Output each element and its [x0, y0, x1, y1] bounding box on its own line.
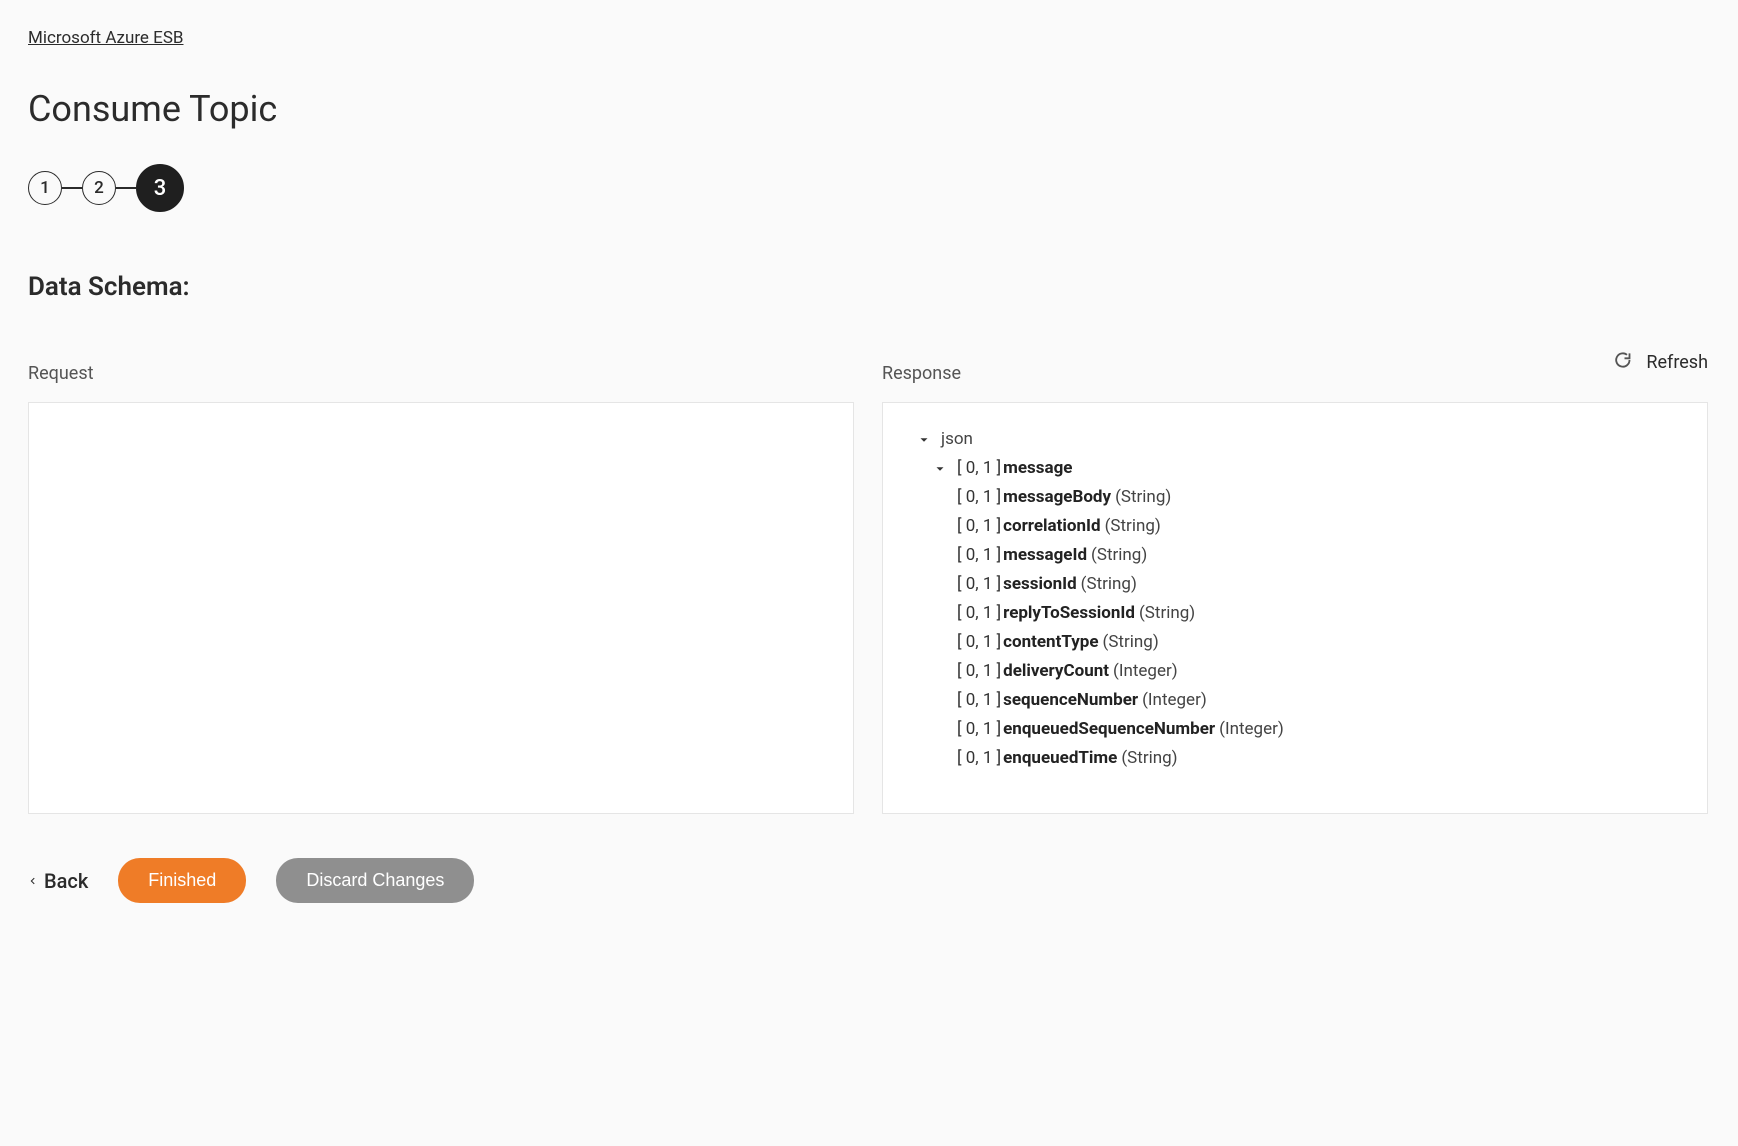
- finished-button[interactable]: Finished: [118, 858, 246, 903]
- tree-field-name: contentType: [1003, 634, 1098, 651]
- tree-node-root[interactable]: json: [907, 425, 1687, 454]
- page-title: Consume Topic: [28, 88, 1708, 130]
- tree-field-type: (Integer): [1113, 663, 1178, 680]
- discard-changes-button[interactable]: Discard Changes: [276, 858, 474, 903]
- tree-field-name: messageBody: [1003, 489, 1111, 506]
- back-button[interactable]: Back: [28, 869, 88, 893]
- breadcrumb-link[interactable]: Microsoft Azure ESB: [28, 28, 184, 48]
- tree-field-type: (String): [1115, 489, 1171, 506]
- tree-field-name: deliveryCount: [1003, 663, 1109, 680]
- tree-field-type: (String): [1081, 576, 1137, 593]
- tree-cardinality: [ 0, 1 ]: [957, 576, 1001, 593]
- tree-field-name: enqueuedTime: [1003, 750, 1117, 767]
- tree-field-type: (String): [1103, 634, 1159, 651]
- tree-cardinality: [ 0, 1 ]: [957, 518, 1001, 535]
- stepper: 1 2 3: [28, 164, 1708, 212]
- step-1[interactable]: 1: [28, 171, 62, 205]
- tree-field-name: correlationId: [1003, 518, 1100, 535]
- tree-node-field[interactable]: [ 0, 1 ] contentType (String): [907, 628, 1687, 657]
- tree-node-field[interactable]: [ 0, 1 ] enqueuedTime (String): [907, 744, 1687, 773]
- tree-cardinality: [ 0, 1 ]: [957, 460, 1001, 477]
- tree-root-label: json: [941, 431, 973, 448]
- tree-field-name: replyToSessionId: [1003, 605, 1135, 622]
- tree-field-name: sessionId: [1003, 576, 1077, 593]
- tree-node-field[interactable]: [ 0, 1 ] enqueuedSequenceNumber (Integer…: [907, 715, 1687, 744]
- tree-field-type: (String): [1105, 518, 1161, 535]
- tree-cardinality: [ 0, 1 ]: [957, 721, 1001, 738]
- tree-field-type: (Integer): [1142, 692, 1207, 709]
- tree-node-field[interactable]: [ 0, 1 ] deliveryCount (Integer): [907, 657, 1687, 686]
- request-label: Request: [28, 363, 854, 384]
- tree-field-name: messageId: [1003, 547, 1087, 564]
- back-label: Back: [44, 869, 88, 893]
- tree-cardinality: [ 0, 1 ]: [957, 692, 1001, 709]
- tree-node-field[interactable]: [ 0, 1 ] messageBody (String): [907, 483, 1687, 512]
- tree-node-field[interactable]: [ 0, 1 ] sessionId (String): [907, 570, 1687, 599]
- tree-cardinality: [ 0, 1 ]: [957, 750, 1001, 767]
- tree-field-type: (String): [1121, 750, 1177, 767]
- tree-field-type: (Integer): [1219, 721, 1284, 738]
- tree-cardinality: [ 0, 1 ]: [957, 605, 1001, 622]
- chevron-down-icon: [917, 433, 931, 447]
- chevron-left-icon: [28, 869, 38, 893]
- tree-field-type: (String): [1139, 605, 1195, 622]
- step-3[interactable]: 3: [136, 164, 184, 212]
- tree-node-field[interactable]: [ 0, 1 ] correlationId (String): [907, 512, 1687, 541]
- step-connector: [116, 187, 136, 189]
- chevron-down-icon: [933, 462, 947, 476]
- request-panel: [28, 402, 854, 814]
- tree-field-name: message: [1003, 460, 1072, 477]
- tree-cardinality: [ 0, 1 ]: [957, 489, 1001, 506]
- response-tree: json [ 0, 1 ] message [ 0, 1 ] messageBo…: [883, 403, 1707, 773]
- tree-node-field[interactable]: [ 0, 1 ] sequenceNumber (Integer): [907, 686, 1687, 715]
- response-panel: json [ 0, 1 ] message [ 0, 1 ] messageBo…: [882, 402, 1708, 814]
- tree-node-field[interactable]: [ 0, 1 ] replyToSessionId (String): [907, 599, 1687, 628]
- step-connector: [62, 187, 82, 189]
- tree-node-field[interactable]: [ 0, 1 ] messageId (String): [907, 541, 1687, 570]
- step-2[interactable]: 2: [82, 171, 116, 205]
- tree-cardinality: [ 0, 1 ]: [957, 634, 1001, 651]
- tree-field-name: sequenceNumber: [1003, 692, 1138, 709]
- tree-cardinality: [ 0, 1 ]: [957, 547, 1001, 564]
- tree-field-type: (String): [1091, 547, 1147, 564]
- tree-cardinality: [ 0, 1 ]: [957, 663, 1001, 680]
- response-label: Response: [882, 363, 1708, 384]
- tree-field-name: enqueuedSequenceNumber: [1003, 721, 1215, 738]
- tree-node-message[interactable]: [ 0, 1 ] message: [907, 454, 1687, 483]
- section-label: Data Schema:: [28, 272, 1708, 302]
